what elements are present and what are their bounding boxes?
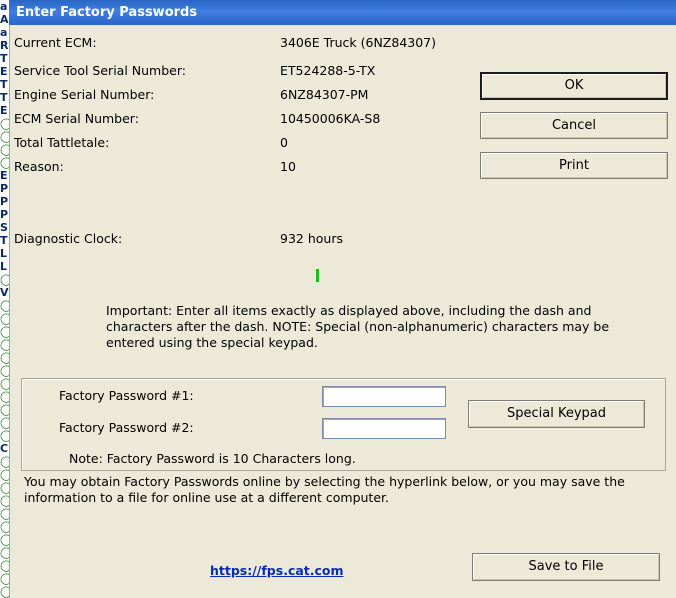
service-tool-serial-value: ET524288-5-TX <box>280 63 376 78</box>
strip-item-icon: ◯ <box>0 156 9 169</box>
factory-password-group: Factory Password #1: Factory Password #2… <box>21 378 666 471</box>
cancel-button[interactable]: Cancel <box>480 112 668 139</box>
strip-item-icon: ◯ <box>0 520 9 533</box>
status-indicator <box>316 269 319 282</box>
diagnostic-clock-label: Diagnostic Clock: <box>14 231 123 246</box>
strip-item: E <box>0 104 8 117</box>
strip-item: a <box>0 0 8 13</box>
current-ecm-label: Current ECM: <box>14 35 97 50</box>
title-bar: Enter Factory Passwords <box>9 0 676 25</box>
strip-item-icon: ◯ <box>0 429 9 442</box>
strip-item-icon: ◯ <box>0 273 9 286</box>
ok-button[interactable]: OK <box>480 72 668 100</box>
strip-item: C <box>0 442 9 455</box>
strip-item: T <box>0 234 8 247</box>
strip-item-icon: ◯ <box>0 455 9 468</box>
factory-passwords-dialog: Current ECM: 3406E Truck (6NZ84307) Serv… <box>9 25 676 598</box>
factory-password-1-label: Factory Password #1: <box>59 388 194 403</box>
factory-password-2-label: Factory Password #2: <box>59 420 194 435</box>
current-ecm-value: 3406E Truck (6NZ84307) <box>280 35 437 50</box>
total-tattletale-value: 0 <box>280 135 288 150</box>
strip-item-icon: ◯ <box>0 468 9 481</box>
strip-item-icon: ◯ <box>0 338 9 351</box>
strip-item-icon: ◯ <box>0 507 9 520</box>
factory-password-2-input[interactable] <box>322 418 446 439</box>
special-keypad-button[interactable]: Special Keypad <box>468 400 645 428</box>
strip-item: A <box>0 13 9 26</box>
strip-item: L <box>0 247 8 260</box>
strip-item-icon: ◯ <box>0 390 9 403</box>
strip-item-icon: ◯ <box>0 130 9 143</box>
strip-item: E <box>0 65 8 78</box>
strip-item-icon: ◯ <box>0 299 9 312</box>
strip-item: R <box>0 39 9 52</box>
strip-item-icon: ◯ <box>0 481 9 494</box>
online-info-text: You may obtain Factory Passwords online … <box>24 474 625 505</box>
reason-label: Reason: <box>14 159 64 174</box>
strip-item-icon: ◯ <box>0 117 9 130</box>
strip-item-icon: ◯ <box>0 572 9 585</box>
strip-item-icon: ◯ <box>0 494 9 507</box>
strip-item-icon: ◯ <box>0 403 9 416</box>
strip-item-icon: ◯ <box>0 364 9 377</box>
ecm-serial-label: ECM Serial Number: <box>14 111 139 126</box>
strip-item-icon: ◯ <box>0 325 9 338</box>
fps-hyperlink[interactable]: https://fps.cat.com <box>210 563 344 578</box>
important-note: Important: Enter all items exactly as di… <box>106 303 610 350</box>
strip-item: T <box>0 78 8 91</box>
strip-item-icon: ◯ <box>0 377 9 390</box>
strip-item-icon: ◯ <box>0 416 9 429</box>
engine-serial-label: Engine Serial Number: <box>14 87 155 102</box>
engine-serial-value: 6NZ84307-PM <box>280 87 369 102</box>
factory-password-1-input[interactable] <box>322 386 446 407</box>
strip-item: T <box>0 52 8 65</box>
strip-item-icon: ◯ <box>0 351 9 364</box>
strip-item: a <box>0 26 8 39</box>
strip-item: P <box>0 182 9 195</box>
strip-item-icon: ◯ <box>0 312 9 325</box>
strip-item: E <box>0 169 8 182</box>
strip-item-icon: ◯ <box>0 559 9 572</box>
total-tattletale-label: Total Tattletale: <box>14 135 110 150</box>
strip-item: P <box>0 195 9 208</box>
ecm-serial-value: 10450006KA-S8 <box>280 111 381 126</box>
strip-item: L <box>0 260 8 273</box>
service-tool-serial-label: Service Tool Serial Number: <box>14 63 186 78</box>
strip-item-icon: ◯ <box>0 585 9 598</box>
strip-item: V <box>0 286 9 299</box>
strip-item-icon: ◯ <box>0 546 9 559</box>
strip-item-icon: ◯ <box>0 143 9 156</box>
strip-item: T <box>0 91 8 104</box>
save-to-file-button[interactable]: Save to File <box>472 553 660 581</box>
password-length-note: Note: Factory Password is 10 Characters … <box>69 451 356 466</box>
diagnostic-clock-value: 932 hours <box>280 231 343 246</box>
strip-item: S <box>0 221 8 234</box>
print-button[interactable]: Print <box>480 152 668 179</box>
strip-item-icon: ◯ <box>0 533 9 546</box>
window-title: Enter Factory Passwords <box>16 5 198 20</box>
strip-item: P <box>0 208 9 221</box>
reason-value: 10 <box>280 159 296 174</box>
